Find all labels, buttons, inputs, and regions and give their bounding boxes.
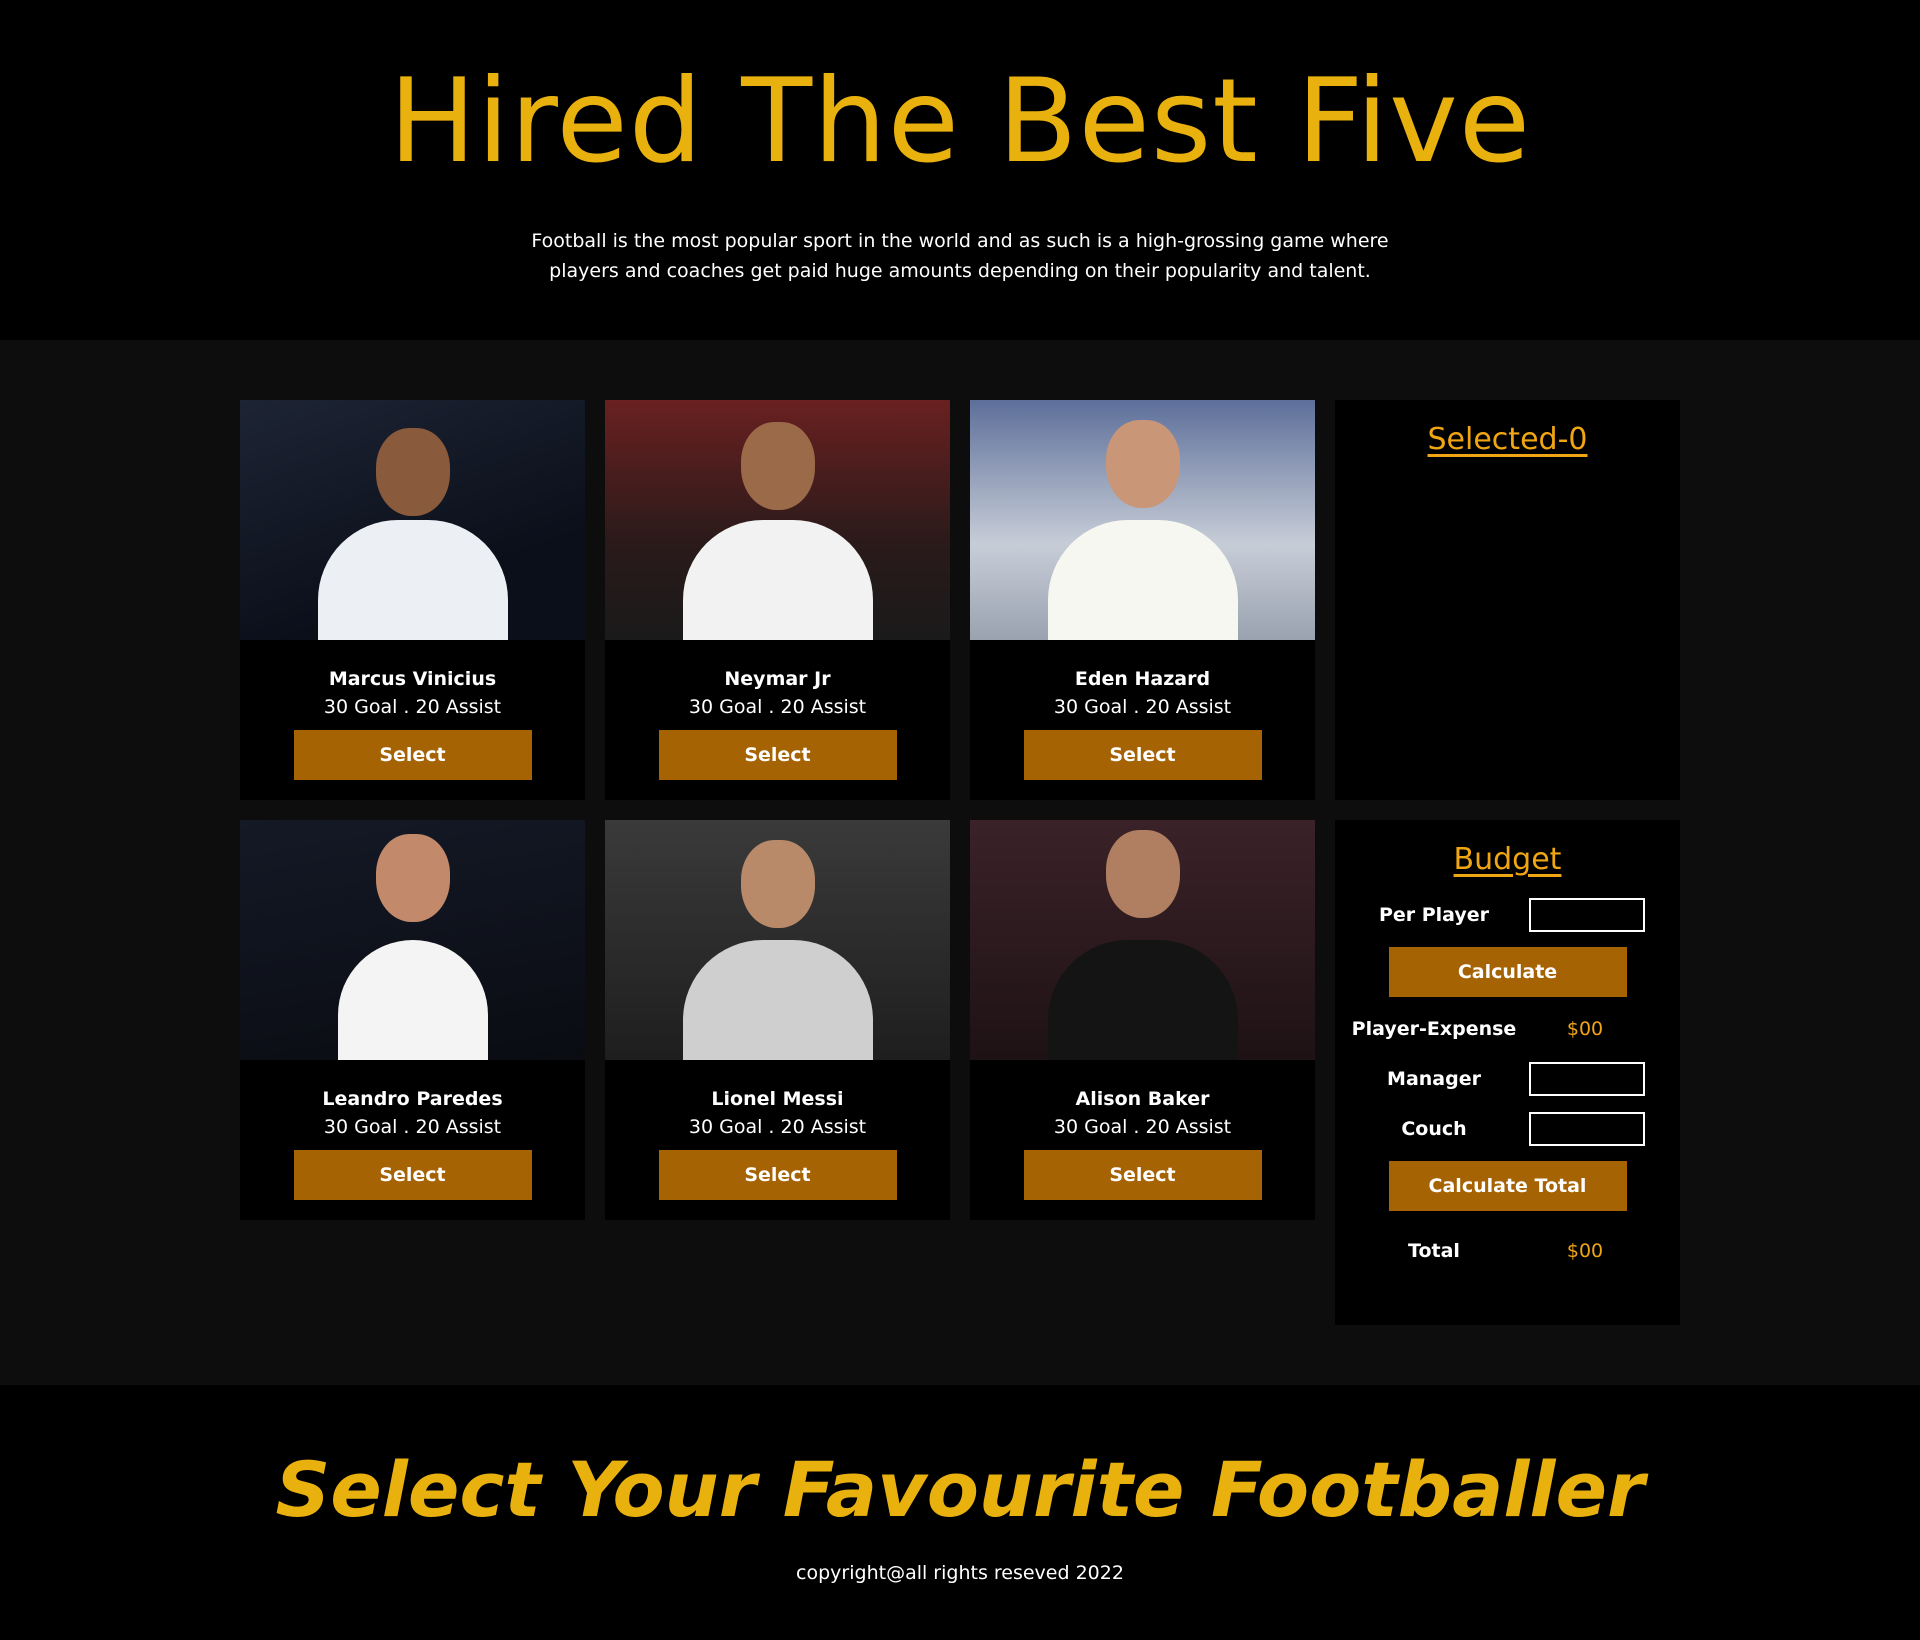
calculate-button[interactable]: Calculate — [1388, 947, 1627, 997]
calculate-total-button[interactable]: Calculate Total — [1388, 1161, 1627, 1211]
player-card: Alison Baker 30 Goal . 20 Assist Select — [970, 820, 1315, 1220]
player-jersey — [317, 520, 508, 640]
budget-panel: Budget Per Player Calculate Player-Expen… — [1335, 820, 1680, 1325]
hero-section: Hired The Best Five Football is the most… — [0, 0, 1920, 340]
select-button[interactable]: Select — [293, 730, 532, 780]
selected-panel: Selected-0 — [1335, 400, 1680, 800]
player-card: Eden Hazard 30 Goal . 20 Assist Select — [970, 400, 1315, 800]
total-row: Total $00 — [1335, 1233, 1680, 1269]
player-expense-label: Player-Expense — [1351, 1018, 1517, 1040]
select-button[interactable]: Select — [658, 1150, 897, 1200]
player-jersey — [682, 940, 873, 1060]
footer-copyright: copyright@all rights reseved 2022 — [796, 1562, 1124, 1584]
player-info: Eden Hazard 30 Goal . 20 Assist Select — [970, 640, 1315, 780]
selected-count-title: Selected-0 — [1427, 422, 1588, 457]
player-jersey — [337, 940, 488, 1060]
player-head — [375, 428, 450, 516]
player-name: Eden Hazard — [1074, 668, 1211, 690]
player-info: Lionel Messi 30 Goal . 20 Assist Select — [605, 1060, 950, 1200]
player-card: Lionel Messi 30 Goal . 20 Assist Select — [605, 820, 950, 1220]
per-player-row: Per Player — [1335, 897, 1680, 933]
player-photo — [240, 820, 585, 1060]
player-stats: 30 Goal . 20 Assist — [323, 696, 502, 718]
footer: Select Your Favourite Footballer copyrig… — [0, 1385, 1920, 1640]
select-button[interactable]: Select — [1023, 730, 1262, 780]
select-button[interactable]: Select — [293, 1150, 532, 1200]
player-stats: 30 Goal . 20 Assist — [1053, 1116, 1232, 1138]
manager-row: Manager — [1335, 1061, 1680, 1097]
total-label: Total — [1408, 1240, 1460, 1262]
budget-title: Budget — [1453, 842, 1562, 877]
player-expense-row: Player-Expense $00 — [1335, 1011, 1680, 1047]
select-button[interactable]: Select — [1023, 1150, 1262, 1200]
player-expense-value: $00 — [1566, 1018, 1604, 1040]
player-photo — [605, 400, 950, 640]
player-photo — [240, 400, 585, 640]
player-jersey — [682, 520, 873, 640]
player-photo — [605, 820, 950, 1060]
couch-row: Couch — [1335, 1111, 1680, 1147]
player-name: Marcus Vinicius — [328, 668, 497, 690]
main-content: Marcus Vinicius 30 Goal . 20 Assist Sele… — [0, 340, 1920, 1385]
select-button[interactable]: Select — [658, 730, 897, 780]
player-jersey — [1047, 520, 1238, 640]
player-head — [1105, 420, 1180, 508]
per-player-label: Per Player — [1378, 904, 1490, 926]
player-stats: 30 Goal . 20 Assist — [688, 1116, 867, 1138]
couch-label: Couch — [1401, 1118, 1467, 1140]
player-jersey — [1047, 940, 1238, 1060]
player-stats: 30 Goal . 20 Assist — [323, 1116, 502, 1138]
player-head — [375, 834, 450, 922]
player-stats: 30 Goal . 20 Assist — [1053, 696, 1232, 718]
player-card: Marcus Vinicius 30 Goal . 20 Assist Sele… — [240, 400, 585, 800]
player-head — [740, 840, 815, 928]
player-card: Leandro Paredes 30 Goal . 20 Assist Sele… — [240, 820, 585, 1220]
total-value: $00 — [1566, 1240, 1604, 1262]
players-grid: Marcus Vinicius 30 Goal . 20 Assist Sele… — [240, 400, 1680, 1325]
per-player-input[interactable] — [1529, 898, 1645, 932]
player-info: Alison Baker 30 Goal . 20 Assist Select — [970, 1060, 1315, 1200]
player-info: Leandro Paredes 30 Goal . 20 Assist Sele… — [240, 1060, 585, 1200]
manager-label: Manager — [1387, 1068, 1481, 1090]
page-title: Hired The Best Five — [388, 54, 1532, 189]
player-name: Leandro Paredes — [322, 1088, 503, 1110]
manager-input[interactable] — [1529, 1062, 1645, 1096]
player-head — [1105, 830, 1180, 918]
player-name: Lionel Messi — [711, 1088, 844, 1110]
footer-title: Select Your Favourite Footballer — [275, 1445, 1645, 1534]
player-name: Neymar Jr — [724, 668, 831, 690]
hero-subtitle: Football is the most popular sport in th… — [531, 229, 1389, 282]
player-info: Neymar Jr 30 Goal . 20 Assist Select — [605, 640, 950, 780]
couch-input[interactable] — [1529, 1112, 1645, 1146]
player-photo — [970, 820, 1315, 1060]
player-name: Alison Baker — [1075, 1088, 1210, 1110]
player-card: Neymar Jr 30 Goal . 20 Assist Select — [605, 400, 950, 800]
player-photo — [970, 400, 1315, 640]
player-stats: 30 Goal . 20 Assist — [688, 696, 867, 718]
player-head — [740, 422, 815, 510]
player-info: Marcus Vinicius 30 Goal . 20 Assist Sele… — [240, 640, 585, 780]
